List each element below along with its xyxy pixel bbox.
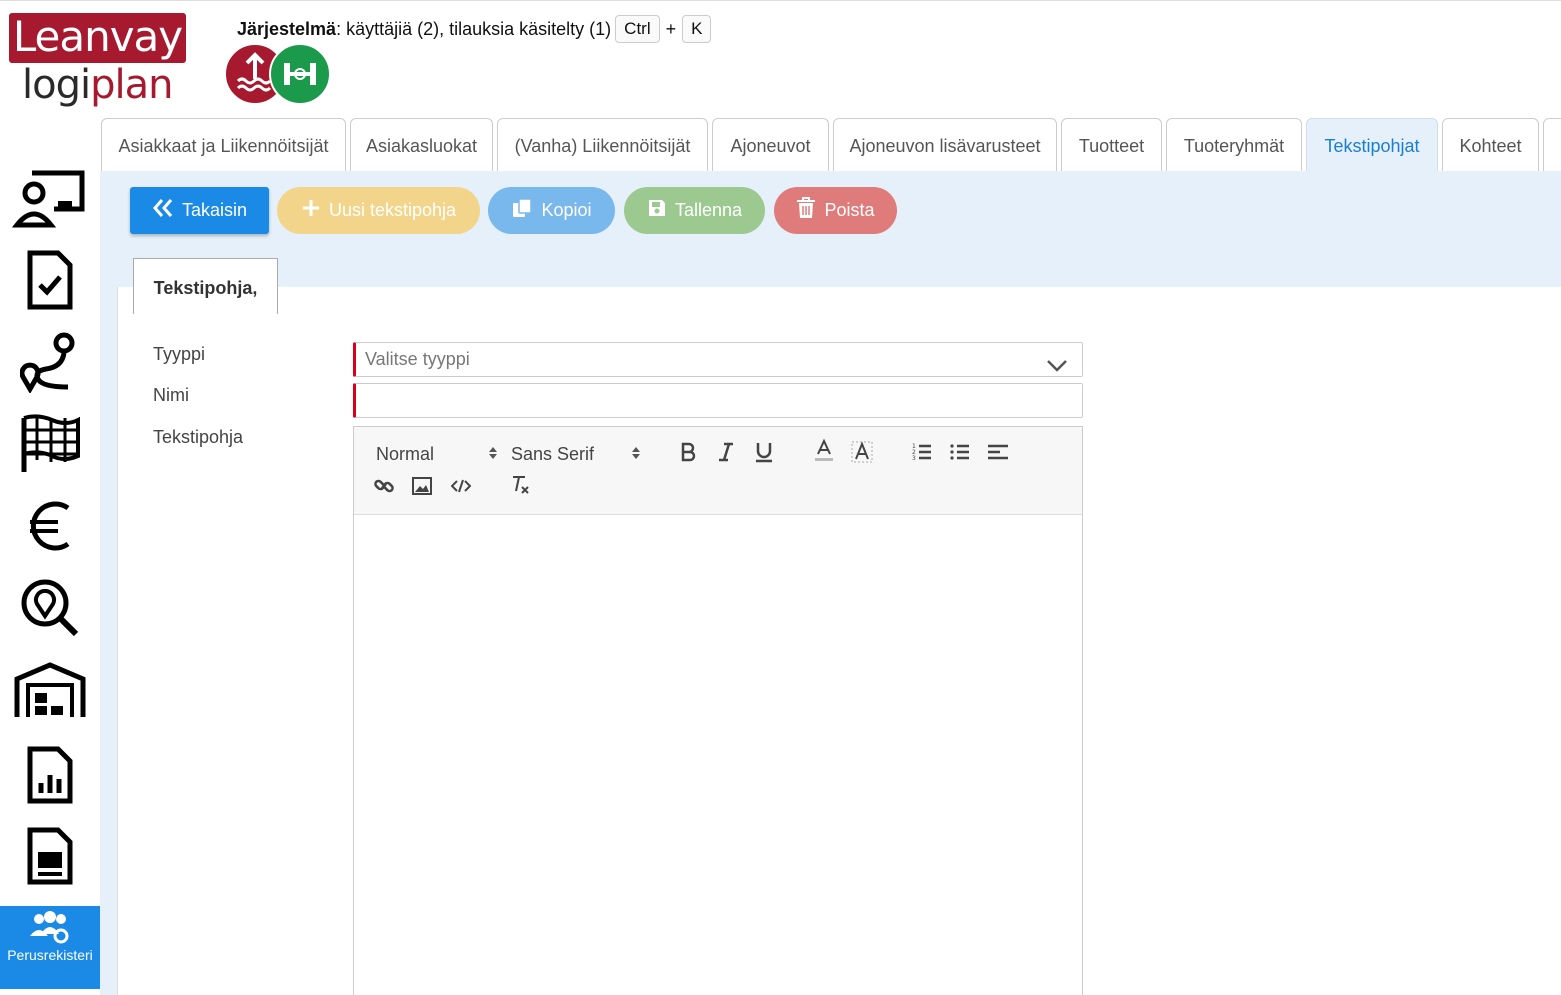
new-template-button[interactable]: Uusi tekstipohja	[277, 187, 480, 234]
tab-customers-carriers[interactable]: Asiakkaat ja Liikennöitsijät	[101, 118, 346, 171]
sidebar-item-dispatch[interactable]	[0, 160, 100, 240]
tab-product-groups[interactable]: Tuoteryhmät	[1166, 118, 1302, 171]
template-label: Tekstipohja	[153, 427, 244, 447]
image-button[interactable]	[410, 475, 434, 501]
editor-toolbar: Normal Sans Serif 123	[354, 427, 1082, 515]
chevron-down-icon	[1046, 351, 1068, 384]
link-button[interactable]	[372, 475, 396, 501]
euro-icon	[28, 498, 72, 559]
document-check-icon	[26, 249, 74, 316]
dispatch-icon	[11, 167, 88, 234]
type-label: Tyyppi	[153, 344, 206, 364]
ordered-list-icon: 123	[912, 442, 932, 467]
background-color-button[interactable]	[850, 440, 874, 468]
clear-format-icon	[510, 474, 532, 501]
system-text: : käyttäjiä (2), tilauksia käsitelty (1)	[336, 18, 612, 39]
ordered-list-button[interactable]: 123	[910, 441, 934, 467]
sidebar-item-warehouse[interactable]	[0, 652, 100, 732]
heading-select[interactable]: Normal	[376, 441, 498, 467]
text-color-button[interactable]	[812, 438, 836, 468]
tab-text-templates[interactable]: Tekstipohjat	[1306, 118, 1438, 171]
trash-icon	[796, 197, 816, 224]
double-chevron-left-icon	[152, 198, 174, 223]
rich-text-editor: Normal Sans Serif 123	[353, 426, 1083, 995]
bold-icon	[680, 442, 696, 467]
logo-product-text: logiplan	[22, 62, 173, 108]
user-badge-logistics-icon[interactable]	[269, 43, 331, 105]
system-label: Järjestelmä	[237, 18, 337, 39]
italic-icon	[718, 442, 734, 467]
register-tabs: Asiakkaat ja Liikennöitsijät Asiakasluok…	[100, 118, 1561, 171]
copy-icon	[511, 197, 533, 224]
type-select-placeholder: Valitse tyyppi	[365, 349, 470, 369]
code-button[interactable]	[449, 475, 473, 501]
align-button[interactable]	[986, 441, 1010, 467]
shortcut-key-ctrl: Ctrl	[615, 15, 660, 43]
tab-customer-classes[interactable]: Asiakasluokat	[350, 118, 493, 171]
code-icon	[450, 478, 472, 499]
editor-content-area[interactable]	[354, 515, 1082, 995]
bold-button[interactable]	[676, 441, 700, 467]
save-button[interactable]: Tallenna	[624, 187, 765, 234]
delete-button[interactable]: Poista	[774, 187, 897, 234]
sidebar-item-routes[interactable]	[0, 324, 100, 404]
logo-brand-text: Leanvay	[9, 13, 186, 63]
document-icon	[26, 826, 74, 891]
bullet-list-button[interactable]	[948, 441, 972, 467]
background-color-icon	[851, 440, 873, 468]
sidebar-item-reports[interactable]	[0, 737, 100, 817]
copy-button[interactable]: Kopioi	[488, 187, 615, 234]
warehouse-icon	[13, 661, 87, 724]
form-subtab[interactable]: Tekstipohja,	[133, 258, 278, 314]
tab-vehicle-accessories[interactable]: Ajoneuvon lisävarusteet	[833, 118, 1057, 171]
bullet-list-icon	[950, 442, 970, 467]
italic-button[interactable]	[714, 441, 738, 467]
system-status: Järjestelmä : käyttäjiä (2), tilauksia k…	[237, 14, 715, 44]
tab-products[interactable]: Tuotteet	[1061, 118, 1162, 171]
image-icon	[412, 476, 432, 500]
report-icon	[26, 745, 74, 810]
tab-overflow[interactable]	[1543, 118, 1561, 171]
sidebar-item-pricing[interactable]	[0, 488, 100, 568]
underline-icon	[755, 441, 773, 468]
location-search-icon	[20, 578, 80, 643]
tab-old-carriers[interactable]: (Vanha) Liikennöitsijät	[497, 118, 708, 171]
sidebar	[0, 115, 100, 995]
align-left-icon	[987, 442, 1009, 467]
sidebar-item-finish[interactable]	[0, 405, 100, 485]
sidebar-item-tracking[interactable]	[0, 570, 100, 650]
sidebar-item-base-registers[interactable]: Perusrekisteri	[0, 906, 100, 989]
name-label: Nimi	[153, 385, 189, 405]
updown-icon	[488, 444, 498, 465]
checkered-flag-icon	[19, 412, 81, 479]
sidebar-active-label: Perusrekisteri	[7, 947, 93, 963]
name-input[interactable]	[353, 383, 1083, 418]
font-select[interactable]: Sans Serif	[511, 441, 641, 467]
link-icon	[374, 476, 394, 501]
underline-button[interactable]	[752, 441, 776, 467]
shortcut-plus: +	[665, 18, 677, 39]
save-icon	[647, 198, 667, 223]
sidebar-item-documents[interactable]	[0, 818, 100, 898]
app-logo[interactable]: Leanvay logiplan	[8, 12, 188, 110]
sidebar-item-orders[interactable]	[0, 242, 100, 322]
content-panel: Takaisin Uusi tekstipohja Kopioi Tallenn…	[100, 171, 1561, 995]
tab-vehicles[interactable]: Ajoneuvot	[712, 118, 829, 171]
clear-format-button[interactable]	[508, 473, 534, 501]
top-border	[0, 0, 1561, 1]
shortcut-key-k: K	[682, 15, 712, 43]
type-select[interactable]: Valitse tyyppi	[353, 342, 1083, 377]
tab-locations[interactable]: Kohteet	[1442, 118, 1539, 171]
plus-icon	[301, 198, 321, 223]
back-button[interactable]: Takaisin	[130, 187, 269, 234]
users-gear-icon	[29, 910, 71, 949]
text-color-icon	[814, 438, 834, 468]
route-icon	[19, 331, 80, 398]
svg-text:3: 3	[912, 455, 916, 462]
updown-icon	[631, 444, 641, 465]
